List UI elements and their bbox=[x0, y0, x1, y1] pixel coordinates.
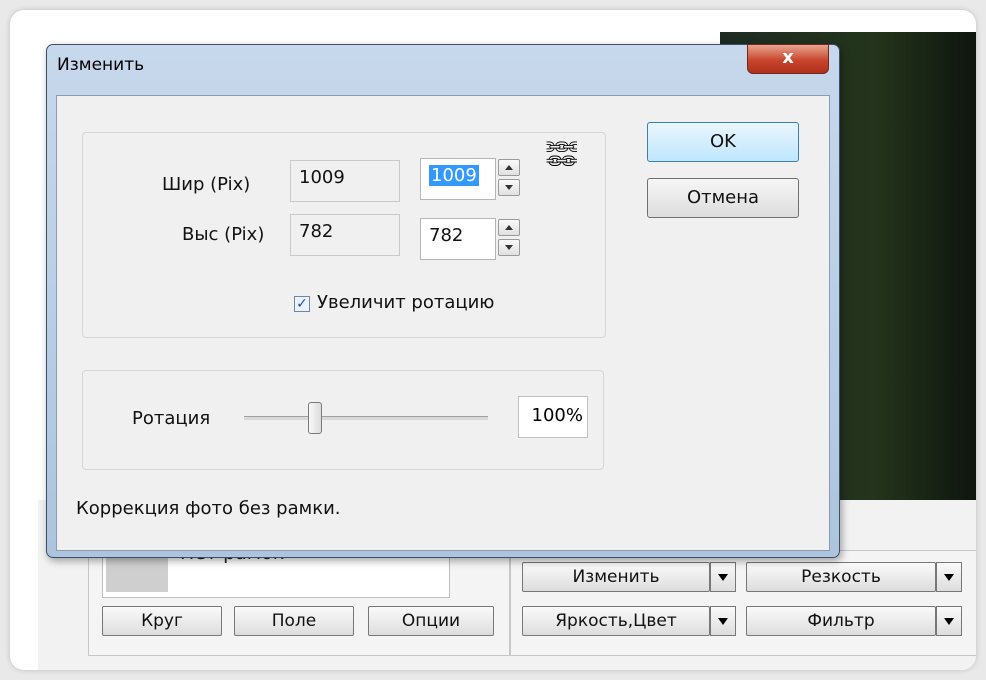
spin-up-icon[interactable] bbox=[498, 219, 520, 236]
sharpness-dropdown[interactable] bbox=[936, 562, 962, 592]
height-original-field: 782 bbox=[290, 214, 400, 256]
field-button[interactable]: Поле bbox=[234, 606, 354, 636]
filter-dropdown[interactable] bbox=[936, 606, 962, 636]
close-icon: x bbox=[782, 47, 794, 68]
height-input[interactable]: 782 bbox=[420, 218, 496, 260]
width-label: Шир (Pix) bbox=[162, 174, 251, 195]
spin-up-icon[interactable] bbox=[498, 159, 520, 176]
rotation-slider-thumb[interactable] bbox=[307, 402, 322, 434]
close-button[interactable]: x bbox=[747, 44, 829, 74]
ok-button[interactable]: OK bbox=[647, 122, 799, 162]
width-input[interactable]: 1009 bbox=[420, 158, 496, 200]
brightness-color-button[interactable]: Яркость,Цвет bbox=[522, 606, 710, 636]
rotation-label: Ротация bbox=[132, 408, 211, 429]
edit-button[interactable]: Изменить bbox=[522, 562, 710, 592]
cancel-button[interactable]: Отмена bbox=[647, 178, 799, 218]
spin-down-icon[interactable] bbox=[498, 179, 520, 196]
width-spinner[interactable] bbox=[498, 159, 522, 197]
height-spinner[interactable] bbox=[498, 219, 522, 257]
circle-button[interactable]: Круг bbox=[102, 606, 222, 636]
width-input-selection: 1009 bbox=[429, 165, 479, 186]
rotation-slider[interactable] bbox=[244, 416, 488, 420]
options-button[interactable]: Опции bbox=[368, 606, 494, 636]
height-label: Выс (Pix) bbox=[182, 224, 265, 245]
rotation-value[interactable]: 100% bbox=[518, 396, 588, 438]
width-original-field: 1009 bbox=[290, 160, 400, 202]
screenshot-card: Нет рамок Круг Поле Опции Изменить Резко… bbox=[10, 10, 976, 670]
spin-down-icon[interactable] bbox=[498, 239, 520, 256]
brightness-dropdown[interactable] bbox=[710, 606, 736, 636]
filter-button[interactable]: Фильтр bbox=[746, 606, 936, 636]
dialog-title: Изменить bbox=[57, 55, 145, 75]
link-icon[interactable]: ⛓ bbox=[544, 134, 579, 172]
rotate-checkbox[interactable]: ✓ bbox=[294, 296, 310, 312]
edit-dropdown[interactable] bbox=[710, 562, 736, 592]
rotate-checkbox-label: Увеличит ротацию bbox=[317, 292, 495, 313]
status-text: Коррекция фото без рамки. bbox=[76, 498, 341, 519]
sharpness-button[interactable]: Резкость bbox=[746, 562, 936, 592]
